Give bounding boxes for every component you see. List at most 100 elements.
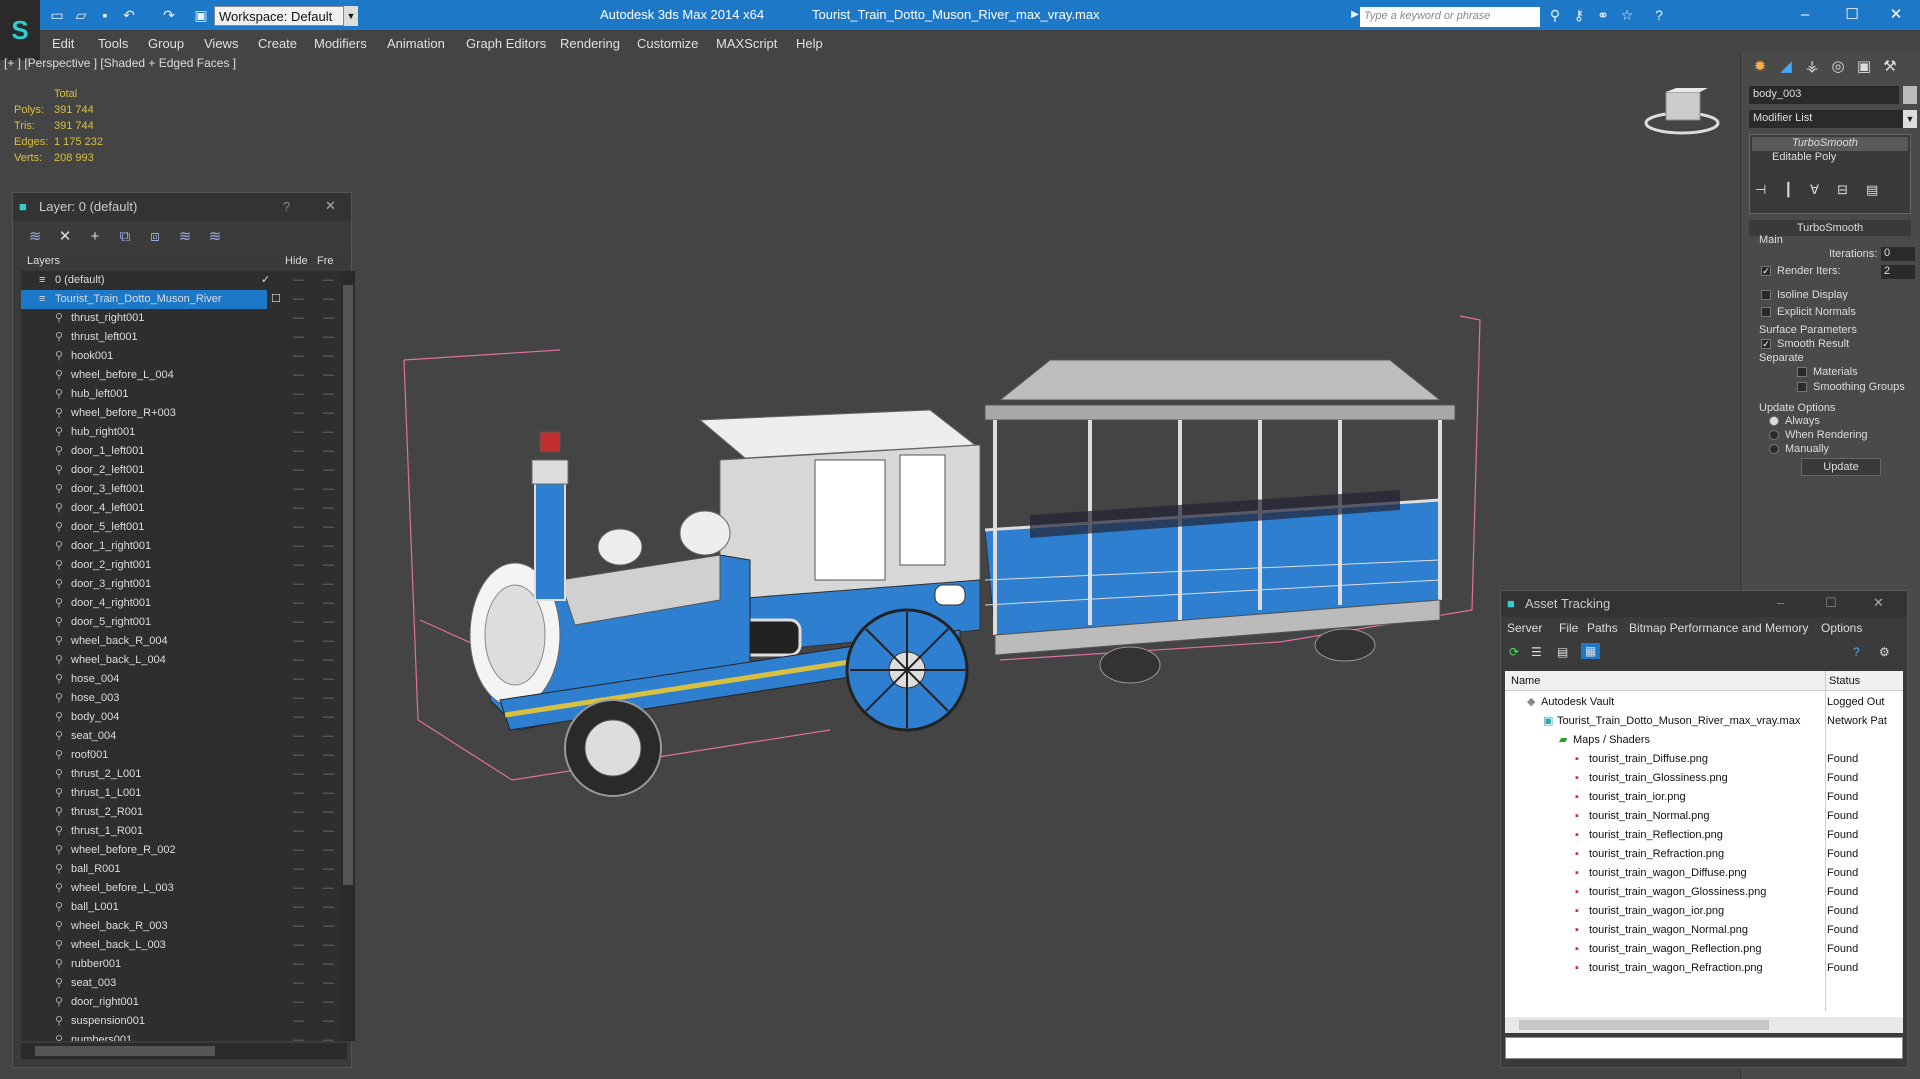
freeze-toggle[interactable]: —	[323, 575, 334, 594]
chevron-down-icon[interactable]: ▼	[1903, 110, 1917, 128]
hide-toggle[interactable]: —	[293, 879, 304, 898]
freeze-toggle[interactable]: —	[323, 594, 334, 613]
hide-toggle[interactable]: —	[293, 309, 304, 328]
menu-customize[interactable]: Customize	[637, 36, 698, 51]
chevron-down-icon[interactable]: ▼	[344, 6, 358, 26]
freeze-toggle[interactable]: —	[323, 328, 334, 347]
hide-toggle[interactable]: —	[293, 689, 304, 708]
minimize-icon[interactable]: –	[1777, 595, 1784, 610]
layer-row[interactable]: ⚲ door_3_left001 — —	[21, 480, 334, 499]
menu-group[interactable]: Group	[148, 36, 184, 51]
freeze-toggle[interactable]: —	[323, 993, 334, 1012]
layer-row[interactable]: ⚲ wheel_back_R_003 — —	[21, 917, 334, 936]
app-logo-icon[interactable]: S	[0, 0, 40, 60]
hide-toggle[interactable]: —	[293, 670, 304, 689]
freeze-all-icon[interactable]: ≋	[205, 227, 225, 247]
freeze-toggle[interactable]: —	[323, 917, 334, 936]
freeze-toggle[interactable]: —	[323, 290, 334, 309]
asset-row[interactable]: ▪ tourist_train_wagon_Glossiness.png Found	[1505, 883, 1903, 902]
make-unique-icon[interactable]: ∀	[1810, 182, 1819, 202]
render-iters-checkbox[interactable]: ✓	[1761, 266, 1771, 276]
hide-toggle[interactable]: —	[293, 537, 304, 556]
close-icon[interactable]: ✕	[1873, 595, 1884, 611]
minimize-icon[interactable]: –	[1795, 5, 1815, 25]
new-file-icon[interactable]: ▭	[48, 6, 66, 24]
when-rendering-radio[interactable]	[1769, 430, 1779, 440]
stack-item-editable-poly[interactable]: Editable Poly	[1752, 151, 1908, 165]
make-current-icon[interactable]: ☐	[271, 290, 281, 309]
explicit-normals-checkbox[interactable]	[1761, 307, 1771, 317]
freeze-toggle[interactable]: —	[323, 727, 334, 746]
hide-toggle[interactable]: —	[293, 974, 304, 993]
asset-row[interactable]: ▪ tourist_train_ior.png Found	[1505, 788, 1903, 807]
menu-file[interactable]: File	[1559, 621, 1578, 635]
freeze-toggle[interactable]: —	[323, 651, 334, 670]
layer-row[interactable]: ⚲ wheel_before_R+003 — —	[21, 404, 334, 423]
utilities-tab-icon[interactable]: ⚒	[1879, 56, 1901, 78]
hide-toggle[interactable]: —	[293, 841, 304, 860]
hide-toggle[interactable]: —	[293, 328, 304, 347]
asset-row[interactable]: ▪ tourist_train_wagon_Refraction.png Found	[1505, 959, 1903, 978]
freeze-toggle[interactable]: —	[323, 518, 334, 537]
viewport-label[interactable]: [+ ] [Perspective ] [Shaded + Edged Face…	[4, 56, 236, 70]
save-icon[interactable]: ▪	[96, 6, 114, 24]
hide-toggle[interactable]: —	[293, 461, 304, 480]
smooth-result-checkbox[interactable]: ✓	[1761, 339, 1771, 349]
hide-toggle[interactable]: —	[293, 385, 304, 404]
help-button[interactable]: ?	[283, 199, 290, 214]
menu-options[interactable]: Options	[1821, 621, 1862, 635]
layer-row[interactable]: ⚲ thrust_right001 — —	[21, 309, 334, 328]
menu-server[interactable]: Server	[1507, 621, 1542, 635]
project-folder-icon[interactable]: ▣	[192, 6, 210, 24]
freeze-toggle[interactable]: —	[323, 613, 334, 632]
asset-horizontal-scrollbar[interactable]	[1505, 1017, 1903, 1033]
hide-toggle[interactable]: —	[293, 347, 304, 366]
hide-toggle[interactable]: —	[293, 936, 304, 955]
show-end-result-icon[interactable]: ┃	[1784, 182, 1792, 202]
remove-modifier-icon[interactable]: ⊟	[1837, 182, 1848, 202]
open-file-icon[interactable]: ▱	[72, 6, 90, 24]
hide-toggle[interactable]: —	[293, 765, 304, 784]
layer-row[interactable]: ⚲ wheel_back_L_003 — —	[21, 936, 334, 955]
hide-toggle[interactable]: —	[293, 594, 304, 613]
configure-sets-icon[interactable]: ▤	[1866, 182, 1878, 202]
layer-row[interactable]: ⚲ ball_R001 — —	[21, 860, 334, 879]
layer-row[interactable]: ⚲ hub_right001 — —	[21, 423, 334, 442]
menu-rendering[interactable]: Rendering	[560, 36, 620, 51]
asset-row[interactable]: ▪ tourist_train_Reflection.png Found	[1505, 826, 1903, 845]
list-view-icon[interactable]: ☰	[1531, 645, 1542, 659]
scroll-thumb[interactable]	[1519, 1020, 1769, 1030]
layer-row[interactable]: ⚲ door_right001 — —	[21, 993, 334, 1012]
hide-toggle[interactable]: —	[293, 860, 304, 879]
layer-row[interactable]: ⚲ thrust_2_L001 — —	[21, 765, 334, 784]
freeze-toggle[interactable]: —	[323, 442, 334, 461]
layer-row[interactable]: ⚲ thrust_2_R001 — —	[21, 803, 334, 822]
redo-icon[interactable]: ↷	[160, 6, 178, 24]
undo-icon[interactable]: ↶	[120, 6, 138, 24]
layer-row[interactable]: ⚲ roof001 — —	[21, 746, 334, 765]
freeze-toggle[interactable]: —	[323, 803, 334, 822]
menu-maxscript[interactable]: MAXScript	[716, 36, 777, 51]
menu-help[interactable]: Help	[796, 36, 823, 51]
layer-row[interactable]: ⚲ wheel_before_L_004 — —	[21, 366, 334, 385]
freeze-toggle[interactable]: —	[323, 974, 334, 993]
star-icon[interactable]: ☆	[1618, 6, 1636, 24]
asset-row[interactable]: ▪ tourist_train_Glossiness.png Found	[1505, 769, 1903, 788]
asset-row[interactable]: ▪ tourist_train_wagon_Reflection.png Found	[1505, 940, 1903, 959]
layer-row[interactable]: ⚲ door_2_right001 — —	[21, 556, 334, 575]
layer-row[interactable]: ⚲ hose_003 — —	[21, 689, 334, 708]
hide-toggle[interactable]: —	[293, 917, 304, 936]
freeze-toggle[interactable]: —	[323, 366, 334, 385]
layer-row[interactable]: ⚲ hose_004 — —	[21, 670, 334, 689]
layer-row[interactable]: ⚲ seat_003 — —	[21, 974, 334, 993]
col-status[interactable]: Status	[1829, 675, 1860, 687]
freeze-toggle[interactable]: —	[323, 271, 334, 290]
close-icon[interactable]: ✕	[325, 198, 336, 214]
freeze-toggle[interactable]: —	[323, 1031, 334, 1041]
always-radio[interactable]	[1769, 416, 1779, 426]
layer-row[interactable]: ⚲ body_004 — —	[21, 708, 334, 727]
smoothing-groups-checkbox[interactable]	[1797, 382, 1807, 392]
layer-horizontal-scrollbar[interactable]	[21, 1043, 347, 1059]
hide-toggle[interactable]: —	[293, 499, 304, 518]
freeze-toggle[interactable]: —	[323, 480, 334, 499]
